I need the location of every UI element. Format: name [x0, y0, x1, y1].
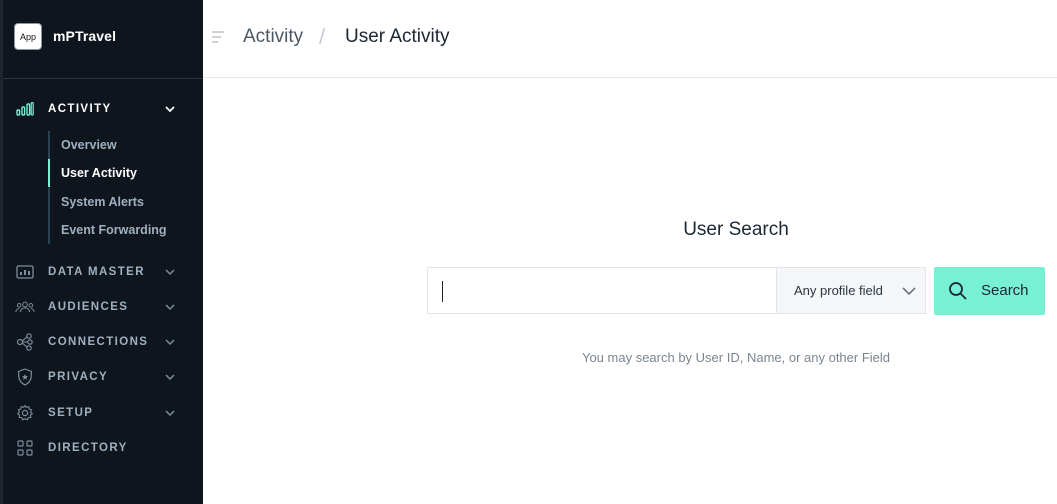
search-icon [949, 282, 967, 300]
sidebar-divider [3, 78, 203, 79]
nav-connections[interactable]: CONNECTIONS [3, 330, 203, 354]
nav-label: PRIVACY [48, 371, 109, 383]
sub-item-event-forwarding[interactable]: Event Forwarding [48, 216, 198, 244]
sub-item-bar [48, 188, 50, 216]
menu-icon[interactable] [211, 30, 225, 44]
grid-icon [15, 438, 35, 458]
sub-item-label: Event Forwarding [61, 223, 167, 237]
nav-data-master[interactable]: DATA MASTER [3, 260, 203, 284]
chevron-down-icon [902, 287, 916, 296]
nav-setup[interactable]: SETUP [3, 401, 203, 425]
sub-item-user-activity[interactable]: User Activity [48, 159, 198, 187]
privacy-shield-icon [15, 367, 35, 387]
audiences-icon [15, 297, 35, 317]
nav-activity-label: ACTIVITY [48, 103, 112, 115]
page-header: Activity / User Activity [203, 0, 1057, 78]
sub-item-label: Overview [61, 138, 117, 152]
nav-activity[interactable]: ACTIVITY [3, 97, 203, 121]
nav-audiences[interactable]: AUDIENCES [3, 295, 203, 319]
search-button-label: Search [981, 282, 1029, 299]
app-badge[interactable]: App [14, 23, 42, 50]
connections-icon [15, 332, 35, 352]
text-cursor [442, 281, 443, 302]
chevron-down-icon[interactable] [163, 335, 177, 349]
chevron-down-icon[interactable] [163, 370, 177, 384]
data-master-icon [15, 262, 35, 282]
breadcrumb-activity[interactable]: Activity [243, 26, 303, 48]
gear-icon [15, 403, 35, 423]
search-input[interactable] [428, 268, 776, 313]
field-select[interactable]: Any profile field [776, 268, 925, 313]
nav-label: AUDIENCES [48, 301, 129, 313]
search-button[interactable]: Search [934, 267, 1045, 315]
sub-item-overview[interactable]: Overview [48, 131, 198, 159]
sub-item-label: System Alerts [61, 195, 144, 209]
search-hint: You may search by User ID, Name, or any … [581, 350, 891, 365]
nav-label: DATA MASTER [48, 266, 145, 278]
nav-label: SETUP [48, 407, 94, 419]
nav-directory[interactable]: DIRECTORY [3, 436, 203, 460]
chevron-down-icon[interactable] [163, 300, 177, 314]
active-indicator [48, 159, 50, 187]
nav-label: DIRECTORY [48, 442, 128, 454]
nav-label: CONNECTIONS [48, 336, 149, 348]
sidebar: App mPTravel ACTIVITY Overview User Acti… [0, 0, 203, 504]
sub-item-system-alerts[interactable]: System Alerts [48, 188, 198, 216]
chevron-down-icon[interactable] [163, 265, 177, 279]
page-title: User Activity [345, 26, 450, 47]
sub-item-bar [48, 131, 50, 159]
sub-item-bar [48, 216, 50, 244]
search-box: Any profile field [427, 267, 926, 314]
breadcrumb-separator: / [319, 24, 326, 49]
field-select-label: Any profile field [794, 283, 883, 298]
search-title: User Search [683, 219, 789, 240]
sub-item-label: User Activity [61, 166, 137, 180]
chevron-down-icon[interactable] [163, 406, 177, 420]
nav-privacy[interactable]: PRIVACY [3, 365, 203, 389]
bar-chart-icon [15, 99, 35, 119]
app-name[interactable]: mPTravel [53, 28, 116, 44]
chevron-up-icon[interactable] [163, 102, 177, 116]
